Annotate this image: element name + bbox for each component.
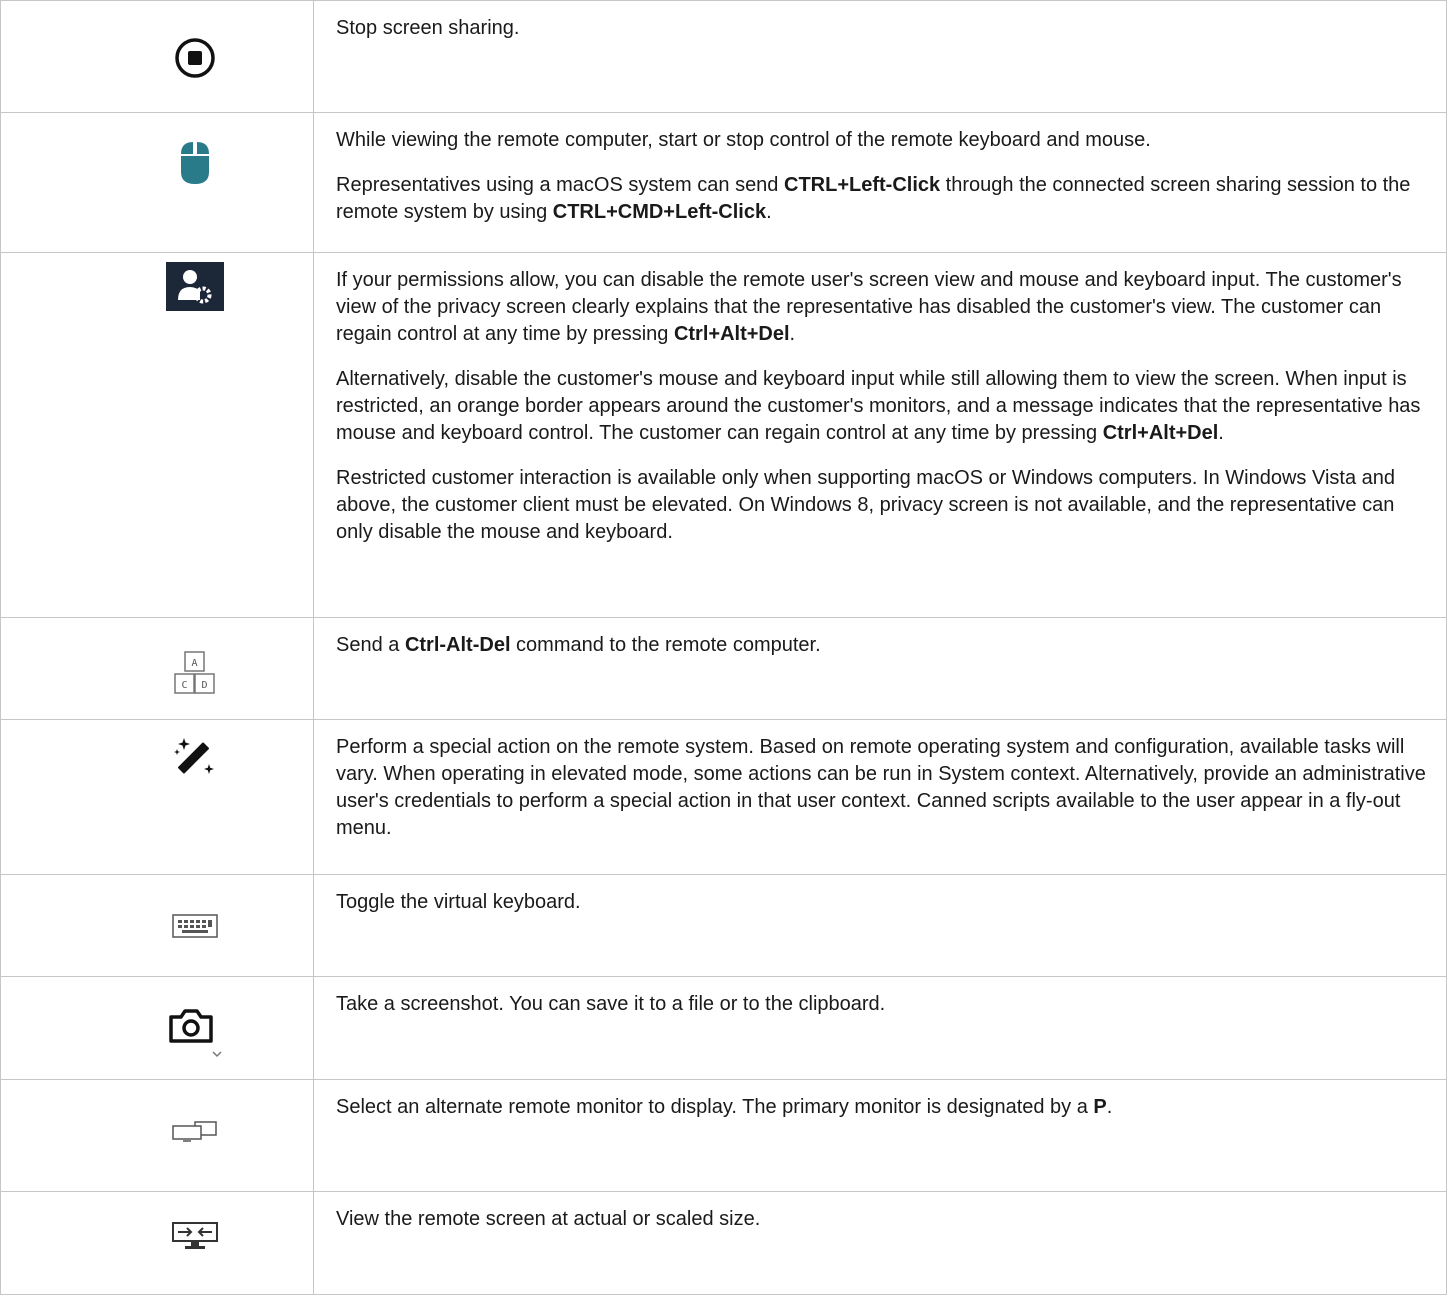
description-text: If your permissions allow, you can disab… bbox=[336, 269, 1402, 345]
icon-cell bbox=[0, 719, 314, 875]
description-cell: Send a Ctrl-Alt-Del command to the remot… bbox=[313, 617, 1447, 720]
icon-cell bbox=[0, 1191, 314, 1295]
description-cell: Select an alternate remote monitor to di… bbox=[313, 1079, 1447, 1192]
icon-cell bbox=[0, 112, 314, 253]
table-row: Stop screen sharing. bbox=[0, 0, 1447, 113]
chevron-down-icon bbox=[212, 1051, 222, 1058]
description-text: Stop screen sharing. bbox=[336, 17, 520, 39]
icon-cell bbox=[0, 252, 314, 618]
description-text: Representatives using a macOS system can… bbox=[336, 174, 1411, 223]
key-a-label: A bbox=[191, 658, 197, 669]
description-text: Restricted customer interaction is avail… bbox=[336, 467, 1395, 543]
description-text: While viewing the remote computer, start… bbox=[336, 129, 1151, 151]
description-cell: View the remote screen at actual or scal… bbox=[313, 1191, 1447, 1295]
table-row: Take a screenshot. You can save it to a … bbox=[0, 976, 1447, 1080]
description-cell: Toggle the virtual keyboard. bbox=[313, 874, 1447, 977]
description-cell: While viewing the remote computer, start… bbox=[313, 112, 1447, 253]
description-text: View the remote screen at actual or scal… bbox=[336, 1208, 761, 1230]
key-c-label: C bbox=[181, 680, 187, 691]
description-text: Perform a special action on the remote s… bbox=[336, 736, 1426, 839]
magic-wand-icon bbox=[174, 738, 214, 774]
table-row: If your permissions allow, you can disab… bbox=[0, 252, 1447, 618]
stop-circle-icon bbox=[175, 38, 215, 78]
camera-icon bbox=[169, 1009, 222, 1058]
table-row: Toggle the virtual keyboard. bbox=[0, 874, 1447, 977]
description-text: Toggle the virtual keyboard. bbox=[336, 891, 581, 913]
mouse-icon bbox=[181, 142, 209, 184]
table-row: Perform a special action on the remote s… bbox=[0, 719, 1447, 875]
monitors-icon bbox=[172, 1121, 217, 1142]
description-cell: If your permissions allow, you can disab… bbox=[313, 252, 1447, 618]
table-row: View the remote screen at actual or scal… bbox=[0, 1191, 1447, 1295]
table-row: While viewing the remote computer, start… bbox=[0, 112, 1447, 253]
user-settings-icon bbox=[166, 262, 224, 311]
table-row: A C D Send a Ctrl-Alt-Del command to the… bbox=[0, 617, 1447, 720]
description-text: Select an alternate remote monitor to di… bbox=[336, 1096, 1113, 1118]
table-row: Select an alternate remote monitor to di… bbox=[0, 1079, 1447, 1192]
ctrl-alt-del-icon: A C D bbox=[174, 651, 215, 694]
description-text: Send a Ctrl-Alt-Del command to the remot… bbox=[336, 634, 821, 656]
key-d-label: D bbox=[201, 680, 207, 691]
description-cell: Perform a special action on the remote s… bbox=[313, 719, 1447, 875]
keyboard-icon bbox=[172, 914, 218, 938]
description-text: Alternatively, disable the customer's mo… bbox=[336, 368, 1421, 444]
icon-cell bbox=[0, 1079, 314, 1192]
icon-cell bbox=[0, 976, 314, 1080]
icon-cell: A C D bbox=[0, 617, 314, 720]
description-text: Take a screenshot. You can save it to a … bbox=[336, 993, 886, 1015]
description-cell: Take a screenshot. You can save it to a … bbox=[313, 976, 1447, 1080]
icon-cell bbox=[0, 874, 314, 977]
description-cell: Stop screen sharing. bbox=[313, 0, 1447, 113]
scale-screen-icon bbox=[172, 1222, 218, 1249]
feature-table: Stop screen sharing. While viewing the r… bbox=[0, 0, 1447, 1295]
icon-cell bbox=[0, 0, 314, 113]
